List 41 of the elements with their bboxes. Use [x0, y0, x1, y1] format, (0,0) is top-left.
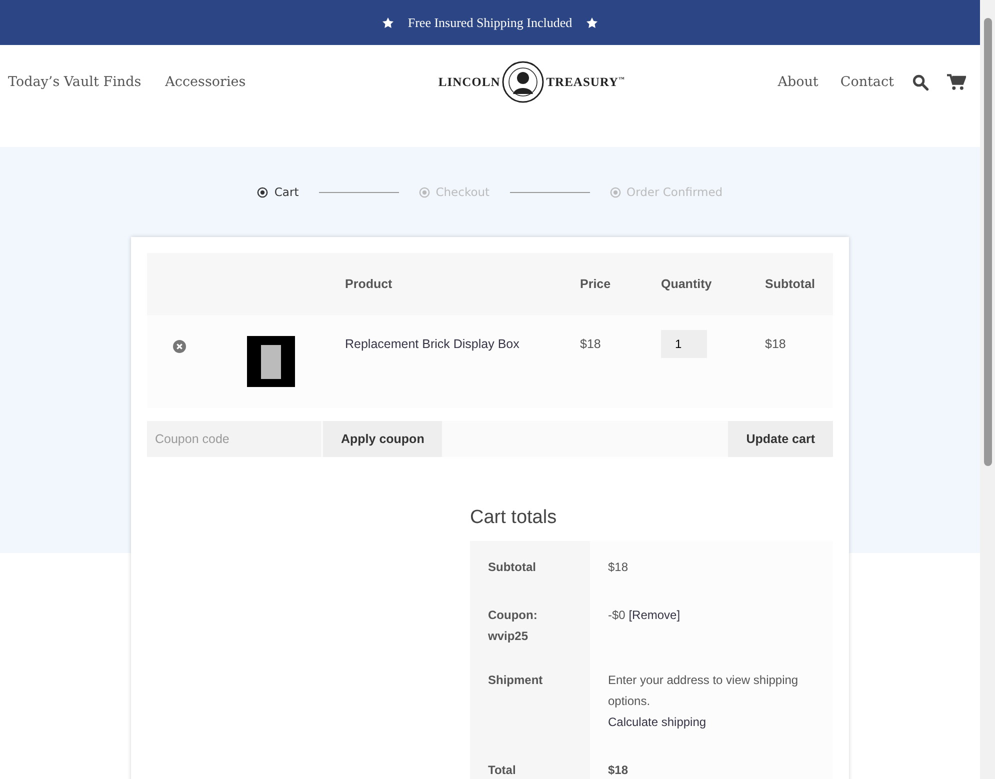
totals-label: Coupon: wvip25 [488, 607, 538, 645]
cart-totals-title: Cart totals [470, 507, 558, 529]
nav-link[interactable]: About [778, 74, 818, 90]
apply-coupon-button[interactable]: Apply coupon [323, 421, 442, 457]
star-icon [586, 16, 598, 28]
column-header: Product [345, 277, 392, 291]
nav-link[interactable]: Accessories [165, 74, 246, 90]
total-value: $18 [608, 763, 628, 777]
update-cart-button[interactable]: Update cart [728, 421, 833, 457]
scrollbar[interactable] [980, 0, 995, 779]
column-header: Price [580, 277, 611, 291]
radio-dot-icon [418, 186, 430, 198]
totals-label: Subtotal [488, 559, 537, 576]
discount-text: -$0 [608, 608, 626, 622]
column-header: Subtotal [765, 277, 815, 291]
column-header: Quantity [661, 277, 712, 291]
subtotal-text: $18 [765, 337, 786, 351]
nav-link[interactable]: Today’s Vault Finds [8, 74, 142, 90]
price-text: $18 [580, 337, 601, 351]
remove-icon[interactable] [173, 340, 186, 353]
radio-dot-icon [610, 186, 621, 198]
banner-text: Free Insured Shipping Included [408, 14, 572, 30]
shipping-note: Enter your address to view shipping options. [608, 672, 800, 710]
search-icon[interactable] [912, 74, 929, 90]
calculate-shipping-link[interactable]: Calculate shipping [608, 712, 815, 733]
product-link[interactable]: Replacement Brick Display Box [345, 337, 520, 351]
totals-label: Total [488, 762, 517, 779]
coupon-field[interactable]: Coupon code [147, 421, 321, 457]
checkout-step[interactable]: Cart [257, 185, 299, 199]
star-icon [382, 16, 394, 28]
radio-dot-icon [257, 186, 268, 198]
quantity-field[interactable]: 1 [661, 330, 707, 358]
logo-text[interactable]: TREASURY$^{™}$ [546, 74, 626, 90]
logo-text[interactable]: LINCOLN [438, 74, 500, 90]
cart-icon[interactable] [946, 74, 966, 90]
totals-value: $18 [608, 560, 628, 574]
nav-link[interactable]: Contact [840, 74, 894, 90]
product-photo-placeholder[interactable] [247, 336, 295, 387]
portrait-medallion-icon [502, 61, 544, 103]
remove-coupon-link[interactable]: [Remove] [628, 608, 680, 622]
totals-label: Shipment [488, 672, 544, 689]
